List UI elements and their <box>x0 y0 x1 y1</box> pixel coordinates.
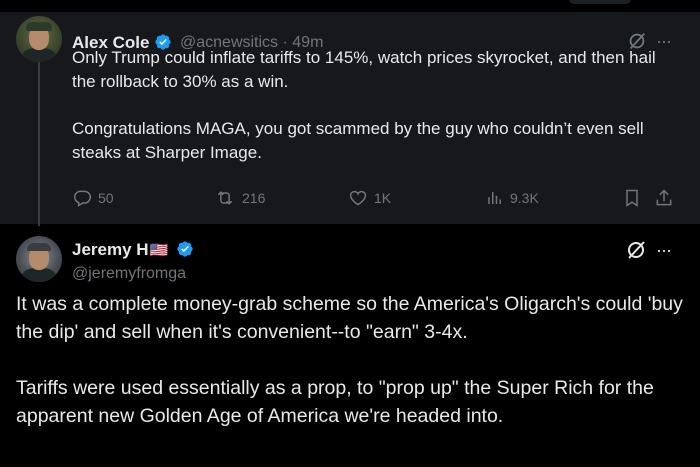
avatar-jeremy[interactable] <box>16 236 62 282</box>
tweet-text: It was a complete money-grab scheme so t… <box>16 293 683 427</box>
bookmark-button[interactable] <box>622 188 642 208</box>
grok-icon[interactable] <box>624 238 648 262</box>
top-bar <box>0 0 700 12</box>
verified-badge-icon <box>177 241 193 257</box>
us-flag-icon: 🇺🇸 <box>149 242 169 259</box>
more-options-icon[interactable]: ··· <box>656 240 672 261</box>
share-icon <box>656 189 672 206</box>
top-pill <box>568 0 632 4</box>
repost-button[interactable]: 216 <box>214 188 265 208</box>
reply-icon <box>74 190 92 207</box>
share-button[interactable] <box>654 188 674 208</box>
tweet-top-icons: ··· <box>624 238 672 262</box>
views-button[interactable]: 9.3K <box>486 188 539 208</box>
views-icon <box>488 192 501 204</box>
bookmark-icon <box>626 189 638 207</box>
tweet-text: Only Trump could inflate tariffs to 145%… <box>72 48 656 162</box>
like-button[interactable]: 1K <box>348 188 391 208</box>
repost-icon <box>217 191 233 205</box>
reply-button[interactable]: 50 <box>72 188 114 208</box>
heart-icon <box>349 190 367 206</box>
avatar-alex-cole[interactable] <box>16 16 62 62</box>
thread-line <box>38 56 40 226</box>
author-handle: @jeremyfromga <box>72 265 187 282</box>
author-name[interactable]: Jeremy H🇺🇸 <box>72 240 168 260</box>
